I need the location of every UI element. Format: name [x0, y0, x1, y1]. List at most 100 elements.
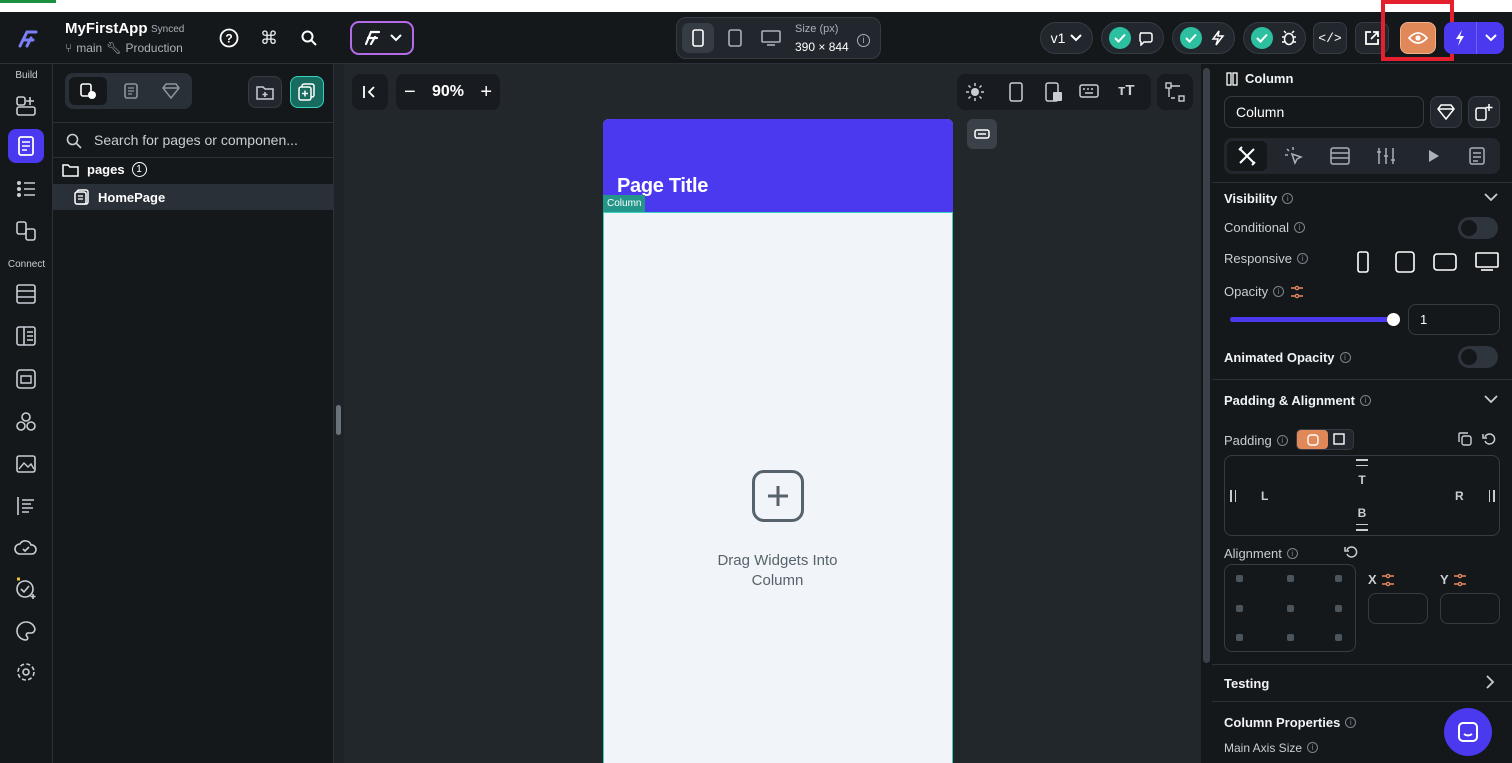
align-top-center[interactable] — [1287, 575, 1294, 582]
padding-right-handle[interactable] — [1489, 490, 1495, 502]
canvas-scroll-track[interactable] — [1201, 64, 1212, 763]
info-icon[interactable]: i — [1359, 395, 1371, 407]
phone-icon[interactable] — [1009, 82, 1023, 102]
padding-right-label[interactable]: R — [1455, 489, 1464, 503]
tablet-device-button[interactable] — [720, 23, 750, 53]
settings-gear-icon[interactable] — [12, 658, 40, 686]
desktop-device-button[interactable] — [756, 23, 786, 53]
align-center-right[interactable] — [1335, 605, 1342, 612]
add-page-button[interactable] — [290, 76, 324, 108]
alignment-y-input[interactable] — [1440, 593, 1500, 624]
page-search-bar[interactable]: Search for pages or componen... — [53, 122, 334, 158]
animated-opacity-toggle[interactable] — [1458, 346, 1498, 368]
align-top-right[interactable] — [1335, 575, 1342, 582]
sun-icon[interactable] — [965, 82, 985, 102]
widget-name-input[interactable]: Column — [1224, 96, 1424, 128]
info-icon[interactable]: i — [1294, 222, 1306, 234]
library-tab[interactable] — [152, 77, 190, 105]
alignment-x-input[interactable] — [1368, 593, 1428, 624]
widget-tree-add-icon[interactable] — [12, 92, 40, 120]
project-menu-button[interactable] — [350, 21, 414, 55]
info-icon[interactable]: i — [1276, 435, 1288, 447]
column-widget[interactable]: Drag Widgets Into Column — [603, 212, 953, 763]
reset-icon[interactable] — [1344, 545, 1358, 559]
info-icon[interactable]: i — [1339, 352, 1351, 364]
zoom-out-button[interactable]: − — [404, 81, 416, 104]
align-bottom-center[interactable] — [1287, 634, 1294, 641]
actions-status-button[interactable] — [1172, 22, 1235, 54]
padding-bottom-label[interactable]: B — [1225, 506, 1499, 520]
padding-top-label[interactable]: T — [1225, 473, 1499, 487]
components-icon[interactable] — [12, 217, 40, 245]
media-folder-icon[interactable] — [12, 365, 40, 393]
desktop-visibility-icon[interactable] — [1475, 252, 1499, 272]
column-properties-header[interactable]: Column Properties i — [1224, 714, 1357, 732]
pages-folder-row[interactable]: pages 1 — [62, 162, 147, 177]
pages-tab[interactable] — [69, 77, 107, 105]
align-top-left[interactable] — [1236, 575, 1243, 582]
tab-backend-query[interactable] — [1330, 146, 1350, 166]
align-center-left[interactable] — [1236, 605, 1243, 612]
widget-badge-button[interactable] — [967, 119, 997, 149]
variable-icon[interactable] — [1290, 285, 1304, 299]
collapse-panel-button[interactable] — [352, 74, 388, 110]
chevron-down-icon[interactable] — [1484, 193, 1498, 202]
list-icon[interactable] — [12, 175, 40, 203]
conditional-toggle[interactable] — [1458, 217, 1498, 239]
new-folder-button[interactable] — [248, 76, 282, 108]
flutterflow-logo-icon[interactable] — [12, 24, 42, 54]
align-bottom-right[interactable] — [1335, 634, 1342, 641]
info-icon[interactable]: i — [1282, 193, 1294, 205]
info-icon[interactable]: i — [1296, 253, 1308, 265]
align-center[interactable] — [1287, 605, 1294, 612]
add-widget-icon[interactable] — [752, 470, 804, 522]
variable-icon[interactable] — [1381, 573, 1395, 587]
library-button[interactable] — [1430, 96, 1462, 128]
check-add-icon[interactable] — [12, 574, 40, 602]
tablet-landscape-visibility-icon[interactable] — [1433, 253, 1457, 271]
tab-properties[interactable] — [1227, 141, 1267, 171]
padding-alignment-header[interactable]: Padding & Alignment i — [1224, 392, 1371, 410]
padding-uniform-button[interactable] — [1297, 430, 1328, 449]
padding-individual-button[interactable] — [1333, 433, 1345, 445]
padding-left-label[interactable]: L — [1261, 489, 1268, 503]
testing-section-header[interactable]: Testing — [1224, 675, 1269, 693]
tab-animations[interactable] — [1423, 146, 1443, 166]
copy-icon[interactable] — [1458, 432, 1472, 446]
debug-status-button[interactable] — [1243, 22, 1306, 54]
reset-icon[interactable] — [1482, 432, 1496, 446]
branch-info[interactable]: ⑂ main 🔧︎ Production — [65, 41, 183, 55]
database-icon[interactable] — [12, 280, 40, 308]
padding-top-handle[interactable] — [1356, 459, 1368, 466]
alignment-grid[interactable] — [1224, 564, 1356, 652]
info-icon[interactable]: i — [857, 32, 870, 50]
pages-nav-button[interactable] — [8, 129, 44, 163]
panel-resize-handle[interactable] — [336, 405, 341, 435]
tablet-visibility-icon[interactable] — [1395, 251, 1415, 273]
padding-left-handle[interactable] — [1230, 490, 1236, 502]
integrations-icon[interactable] — [12, 408, 40, 436]
opacity-slider[interactable] — [1230, 313, 1400, 326]
bezier-tool-button[interactable] — [1157, 74, 1193, 110]
app-bar[interactable]: Page Title — [603, 119, 953, 212]
preview-button[interactable] — [1400, 22, 1436, 54]
phone-visibility-icon[interactable] — [1357, 251, 1369, 273]
chevron-down-icon[interactable] — [1477, 34, 1504, 42]
info-icon[interactable]: i — [1307, 742, 1319, 754]
opacity-slider-thumb[interactable] — [1387, 313, 1400, 326]
image-icon[interactable] — [12, 450, 40, 478]
info-icon[interactable]: i — [1273, 286, 1285, 297]
text-align-icon[interactable] — [12, 492, 40, 520]
opacity-input[interactable]: 1 — [1408, 304, 1500, 335]
version-selector[interactable]: v1 — [1040, 22, 1093, 54]
padding-bottom-handle[interactable] — [1356, 524, 1368, 531]
variable-icon[interactable] — [1453, 573, 1467, 587]
chevron-down-icon[interactable] — [1484, 395, 1498, 404]
text-size-icon[interactable]: тT — [1118, 82, 1135, 99]
palette-icon[interactable] — [12, 617, 40, 645]
info-icon[interactable]: i — [1286, 548, 1298, 560]
components-tab[interactable] — [112, 77, 150, 105]
chevron-right-icon[interactable] — [1486, 675, 1495, 689]
chat-support-button[interactable] — [1444, 708, 1492, 756]
visibility-section-header[interactable]: Visibility i — [1224, 190, 1294, 208]
